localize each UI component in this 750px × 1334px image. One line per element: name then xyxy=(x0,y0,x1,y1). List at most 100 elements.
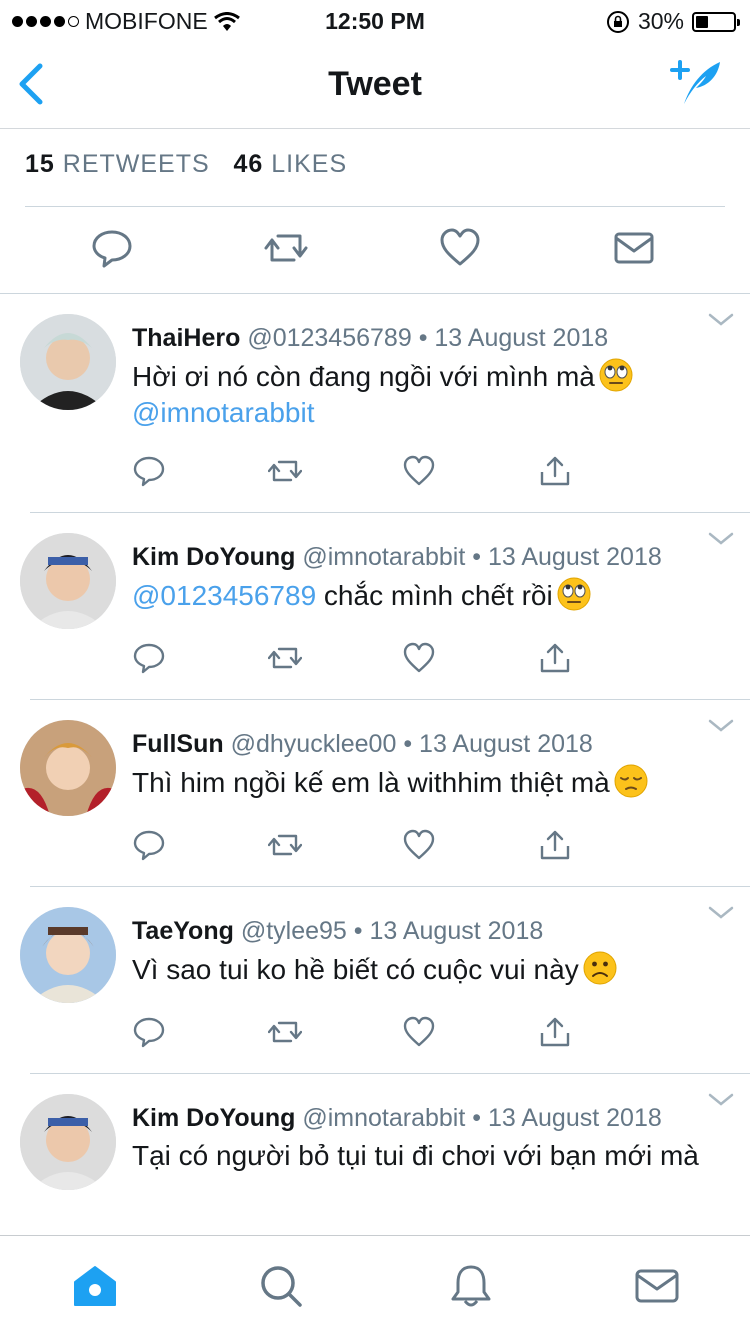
share-icon[interactable] xyxy=(538,454,572,488)
reply-actions xyxy=(132,454,572,490)
navigation-bar: Tweet xyxy=(0,40,750,129)
reply-date: 13 August 2018 xyxy=(487,1104,662,1132)
likes-count: 46 xyxy=(233,150,264,178)
divider xyxy=(25,206,725,207)
retweet-icon[interactable] xyxy=(268,454,302,488)
user-handle[interactable]: @0123456789 xyxy=(247,324,411,352)
like-icon[interactable] xyxy=(438,226,482,270)
like-icon[interactable] xyxy=(402,1015,436,1049)
status-bar: MOBIFONE 12:50 PM 30% xyxy=(0,0,750,40)
retweet-icon[interactable] xyxy=(268,828,302,862)
reply-date: 13 August 2018 xyxy=(369,917,544,945)
separator-dot: • xyxy=(472,1104,482,1132)
retweets-count: 15 xyxy=(25,150,55,178)
orientation-lock-icon xyxy=(606,10,629,33)
retweet-icon[interactable] xyxy=(268,641,302,675)
reply-actions xyxy=(132,828,572,864)
avatar[interactable] xyxy=(20,533,116,629)
reply-icon[interactable] xyxy=(132,1015,166,1049)
reply-text: Hời ơi nó còn đang ngồi với mình mà @imn… xyxy=(132,358,712,431)
reply-icon[interactable] xyxy=(132,828,166,862)
share-icon[interactable] xyxy=(538,1015,572,1049)
reply-icon[interactable] xyxy=(90,226,134,270)
reply-text-content: Thì him ngồi kế em là withhim thiệt mà xyxy=(132,767,610,798)
share-icon[interactable] xyxy=(538,828,572,862)
home-icon[interactable] xyxy=(72,1264,118,1308)
battery-percent: 30% xyxy=(637,8,684,34)
user-handle[interactable]: @imnotarabbit xyxy=(302,1104,465,1132)
page-title: Tweet xyxy=(328,65,422,103)
divider xyxy=(30,699,750,700)
like-icon[interactable] xyxy=(402,828,436,862)
tweet-action-bar xyxy=(0,226,750,276)
reply-text: Thì him ngồi kế em là withhim thiệt mà xyxy=(132,764,712,801)
reply-header: ThaiHero @0123456789 • 13 August 2018 xyxy=(132,324,608,353)
compose-tweet-icon[interactable] xyxy=(668,56,724,108)
user-handle[interactable]: @imnotarabbit xyxy=(302,543,465,571)
separator-dot: • xyxy=(353,917,363,945)
divider xyxy=(30,886,750,887)
like-icon[interactable] xyxy=(402,454,436,488)
user-name[interactable]: FullSun xyxy=(132,730,224,758)
avatar[interactable] xyxy=(20,907,116,1003)
face-with-rolling-eyes-icon xyxy=(557,577,591,611)
retweet-icon[interactable] xyxy=(268,1015,302,1049)
avatar[interactable] xyxy=(20,720,116,816)
tab-bar xyxy=(0,1235,750,1334)
user-handle[interactable]: @tylee95 xyxy=(241,917,347,945)
mention-link[interactable]: @0123456789 xyxy=(132,580,316,611)
face-with-rolling-eyes-icon xyxy=(599,358,633,392)
reply-icon[interactable] xyxy=(132,454,166,488)
divider xyxy=(30,512,750,513)
share-via-dm-icon[interactable] xyxy=(612,226,656,270)
chevron-down-icon[interactable] xyxy=(708,531,734,547)
avatar[interactable] xyxy=(20,1094,116,1190)
chevron-down-icon[interactable] xyxy=(708,905,734,921)
separator-dot: • xyxy=(472,543,482,571)
user-name[interactable]: ThaiHero xyxy=(132,324,240,352)
mention-link[interactable]: @imnotarabbit xyxy=(132,397,315,428)
pensive-face-icon xyxy=(614,764,648,798)
reply-date: 13 August 2018 xyxy=(434,324,609,352)
battery-icon xyxy=(692,11,740,32)
chevron-down-icon[interactable] xyxy=(708,718,734,734)
reply-date: 13 August 2018 xyxy=(487,543,662,571)
reply-text: Vì sao tui ko hề biết có cuộc vui này xyxy=(132,951,712,988)
frowning-face-icon xyxy=(583,951,617,985)
reply-text-content: chắc mình chết rồi xyxy=(316,580,553,611)
reply-text: @0123456789 chắc mình chết rồi xyxy=(132,577,712,614)
reply-icon[interactable] xyxy=(132,641,166,675)
chevron-down-icon[interactable] xyxy=(708,1092,734,1108)
reply-actions xyxy=(132,641,572,677)
notifications-icon[interactable] xyxy=(448,1264,494,1308)
user-name[interactable]: Kim DoYoung xyxy=(132,543,295,571)
messages-icon[interactable] xyxy=(634,1264,680,1308)
reply-header: Kim DoYoung @imnotarabbit • 13 August 20… xyxy=(132,1104,662,1133)
divider xyxy=(30,1073,750,1074)
user-name[interactable]: Kim DoYoung xyxy=(132,1104,295,1132)
reply-text-content: Tại có người bỏ tụi tui đi chơi với bạn … xyxy=(132,1140,699,1171)
retweets-label[interactable]: RETWEETS xyxy=(63,150,210,178)
retweet-icon[interactable] xyxy=(264,226,308,270)
separator-dot: • xyxy=(418,324,428,352)
reply-date: 13 August 2018 xyxy=(419,730,593,758)
reply-header: FullSun @dhyucklee00 • 13 August 2018 xyxy=(132,730,593,759)
reply-header: Kim DoYoung @imnotarabbit • 13 August 20… xyxy=(132,543,662,572)
reply-text-content: Vì sao tui ko hề biết có cuộc vui này xyxy=(132,954,579,985)
chevron-down-icon[interactable] xyxy=(708,312,734,328)
tweet-stats: 15 RETWEETS 46 LIKES xyxy=(25,150,347,179)
divider xyxy=(0,293,750,294)
reply-header: TaeYong @tylee95 • 13 August 2018 xyxy=(132,917,543,946)
share-icon[interactable] xyxy=(538,641,572,675)
user-handle[interactable]: @dhyucklee00 xyxy=(231,730,397,758)
like-icon[interactable] xyxy=(402,641,436,675)
user-name[interactable]: TaeYong xyxy=(132,917,234,945)
reply-text: Tại có người bỏ tụi tui đi chơi với bạn … xyxy=(132,1138,712,1174)
reply-text-content: Hời ơi nó còn đang ngồi với mình mà xyxy=(132,361,595,392)
likes-label[interactable]: LIKES xyxy=(271,150,347,178)
search-icon[interactable] xyxy=(258,1264,304,1308)
separator-dot: • xyxy=(403,730,413,758)
reply-actions xyxy=(132,1015,572,1051)
status-right-group: 30% xyxy=(606,8,740,35)
avatar[interactable] xyxy=(20,314,116,410)
